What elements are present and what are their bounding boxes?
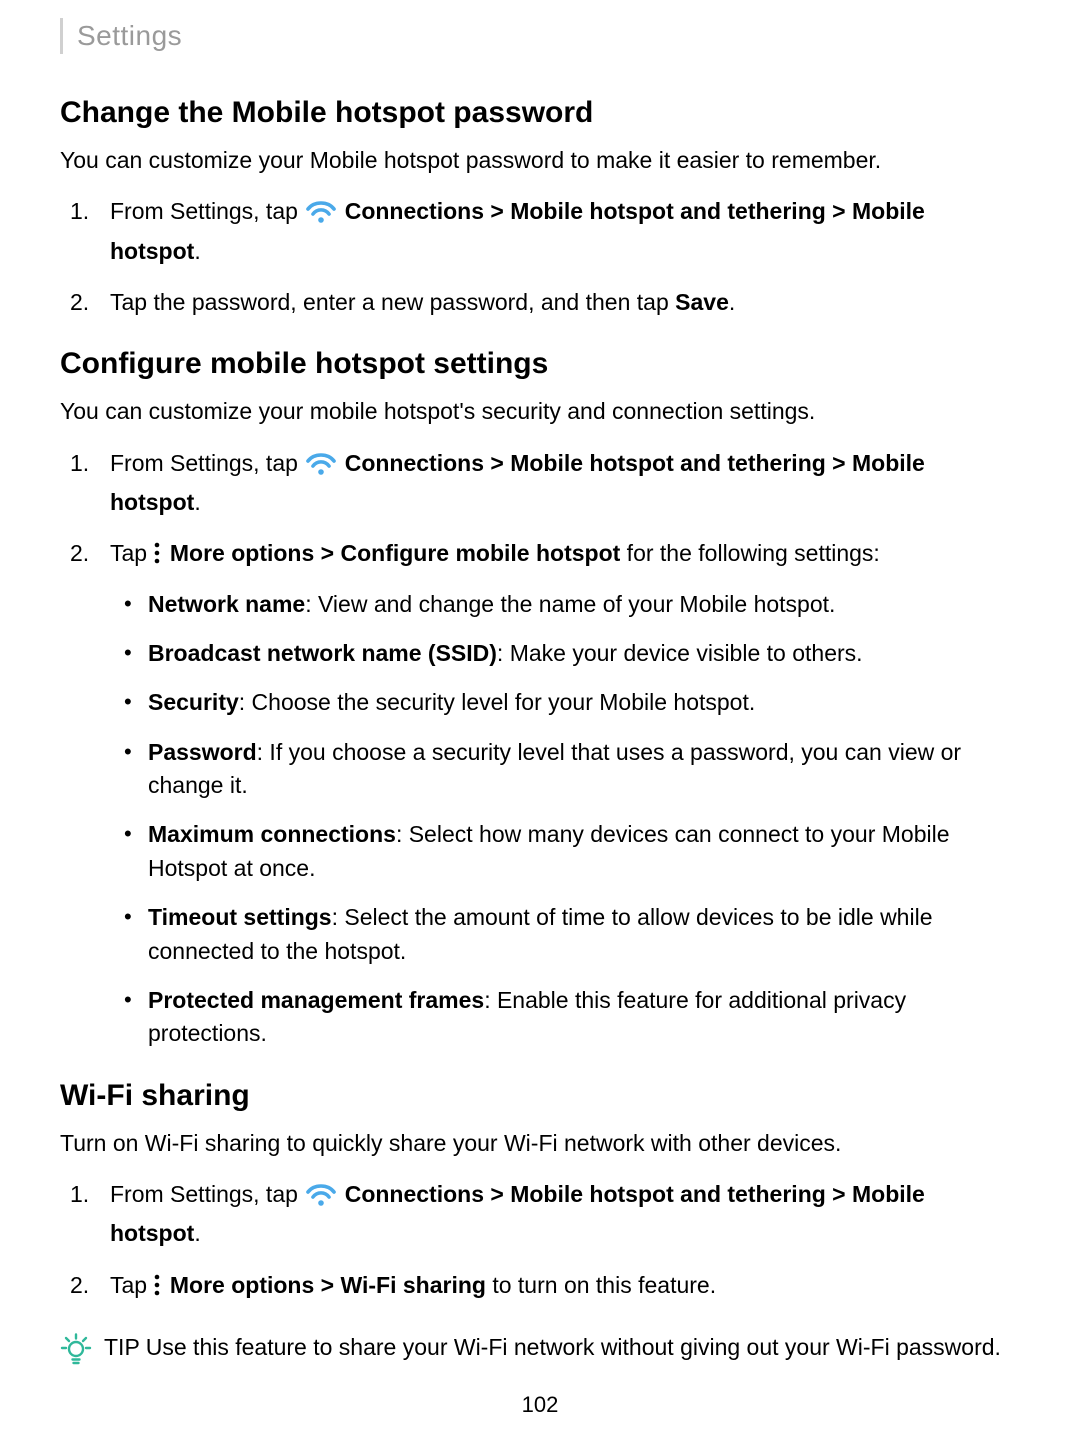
tip-label: TIP	[104, 1334, 139, 1360]
path-sep-1a: >	[484, 198, 510, 224]
bullet-text: : View and change the name of your Mobil…	[305, 591, 835, 617]
step-text: Tap	[110, 1272, 153, 1298]
step-1-end: .	[194, 489, 200, 515]
lead-change-password: You can customize your Mobile hotspot pa…	[60, 144, 1020, 177]
step-text: Tap the password, enter a new password, …	[110, 289, 675, 315]
path-connections: Connections	[345, 198, 484, 224]
path-hotspot-tethering: Mobile hotspot and tethering	[510, 450, 826, 476]
bullet-label: Protected management frames	[148, 987, 484, 1013]
bullet-security: Security: Choose the security level for …	[144, 686, 1020, 719]
bullet-label: Maximum connections	[148, 821, 396, 847]
bullet-text: : Choose the security level for your Mob…	[239, 689, 755, 715]
bullet-protected-frames: Protected management frames: Enable this…	[144, 984, 1020, 1051]
step-text: From Settings, tap	[110, 198, 304, 224]
bullet-label: Broadcast network name (SSID)	[148, 640, 497, 666]
document-page: Settings Change the Mobile hotspot passw…	[0, 0, 1080, 1442]
path-sep-2b: >	[826, 450, 852, 476]
bullet-label: Network name	[148, 591, 305, 617]
page-number: 102	[0, 1392, 1080, 1418]
steps-wifi-sharing: From Settings, tap Connections > Mobile …	[60, 1178, 1020, 1305]
heading-configure-hotspot: Configure mobile hotspot settings	[60, 347, 1020, 381]
step-text: Tap	[110, 540, 153, 566]
step-text: From Settings, tap	[110, 1181, 304, 1207]
lead-wifi-sharing: Turn on Wi-Fi sharing to quickly share y…	[60, 1127, 1020, 1160]
step-2: Tap More options > Wi-Fi sharing to turn…	[104, 1269, 1020, 1305]
connections-icon	[306, 451, 336, 486]
path-sep-3c: >	[314, 1272, 340, 1298]
path-sep-3b: >	[826, 1181, 852, 1207]
tip-text: TIP Use this feature to share your Wi-Fi…	[104, 1331, 1020, 1364]
step-1: From Settings, tap Connections > Mobile …	[104, 447, 1020, 520]
step-2-post: for the following settings:	[620, 540, 880, 566]
more-options-icon	[153, 1272, 161, 1305]
step-2: Tap More options > Configure mobile hots…	[104, 537, 1020, 1050]
path-hotspot-tethering: Mobile hotspot and tethering	[510, 1181, 826, 1207]
configure-hotspot-label: Configure mobile hotspot	[340, 540, 620, 566]
bullet-text: : Make your device visible to others.	[497, 640, 863, 666]
path-connections: Connections	[345, 1181, 484, 1207]
path-connections: Connections	[345, 450, 484, 476]
step-2: Tap the password, enter a new password, …	[104, 286, 1020, 319]
lead-configure-hotspot: You can customize your mobile hotspot's …	[60, 395, 1020, 428]
step-2-post: to turn on this feature.	[486, 1272, 716, 1298]
tip-body: Use this feature to share your Wi-Fi net…	[139, 1334, 1001, 1360]
save-label: Save	[675, 289, 729, 315]
bullet-text: : If you choose a security level that us…	[148, 739, 961, 798]
heading-change-password: Change the Mobile hotspot password	[60, 96, 1020, 130]
steps-change-password: From Settings, tap Connections > Mobile …	[60, 195, 1020, 319]
section-change-password: Change the Mobile hotspot password You c…	[60, 96, 1020, 319]
path-hotspot-tethering: Mobile hotspot and tethering	[510, 198, 826, 224]
steps-configure-hotspot: From Settings, tap Connections > Mobile …	[60, 447, 1020, 1051]
bullet-timeout: Timeout settings: Select the amount of t…	[144, 901, 1020, 968]
path-sep-2c: >	[314, 540, 340, 566]
more-options-icon	[153, 540, 161, 573]
heading-wifi-sharing: Wi-Fi sharing	[60, 1079, 1020, 1113]
step-text: From Settings, tap	[110, 450, 304, 476]
step-1: From Settings, tap Connections > Mobile …	[104, 1178, 1020, 1251]
bullet-label: Security	[148, 689, 239, 715]
tip-block: TIP Use this feature to share your Wi-Fi…	[60, 1331, 1020, 1374]
bullet-max-connections: Maximum connections: Select how many dev…	[144, 818, 1020, 885]
section-wifi-sharing: Wi-Fi sharing Turn on Wi-Fi sharing to q…	[60, 1079, 1020, 1375]
configure-bullets: Network name: View and change the name o…	[110, 588, 1020, 1051]
breadcrumb: Settings	[77, 20, 182, 51]
more-options-label: More options	[170, 1272, 314, 1298]
bullet-broadcast-ssid: Broadcast network name (SSID): Make your…	[144, 637, 1020, 670]
bullet-password: Password: If you choose a security level…	[144, 736, 1020, 803]
path-sep-1b: >	[826, 198, 852, 224]
connections-icon	[306, 199, 336, 234]
page-header: Settings	[60, 18, 1020, 54]
step-1-end: .	[194, 1220, 200, 1246]
more-options-label: More options	[170, 540, 314, 566]
bullet-label: Timeout settings	[148, 904, 332, 930]
step-1: From Settings, tap Connections > Mobile …	[104, 195, 1020, 268]
bullet-label: Password	[148, 739, 257, 765]
connections-icon	[306, 1182, 336, 1217]
path-sep-2a: >	[484, 450, 510, 476]
step-1-end: .	[194, 238, 200, 264]
bullet-network-name: Network name: View and change the name o…	[144, 588, 1020, 621]
step-2-end: .	[729, 289, 735, 315]
path-sep-3a: >	[484, 1181, 510, 1207]
wifi-sharing-label: Wi-Fi sharing	[340, 1272, 485, 1298]
section-configure-hotspot: Configure mobile hotspot settings You ca…	[60, 347, 1020, 1050]
tip-lightbulb-icon	[60, 1333, 92, 1374]
